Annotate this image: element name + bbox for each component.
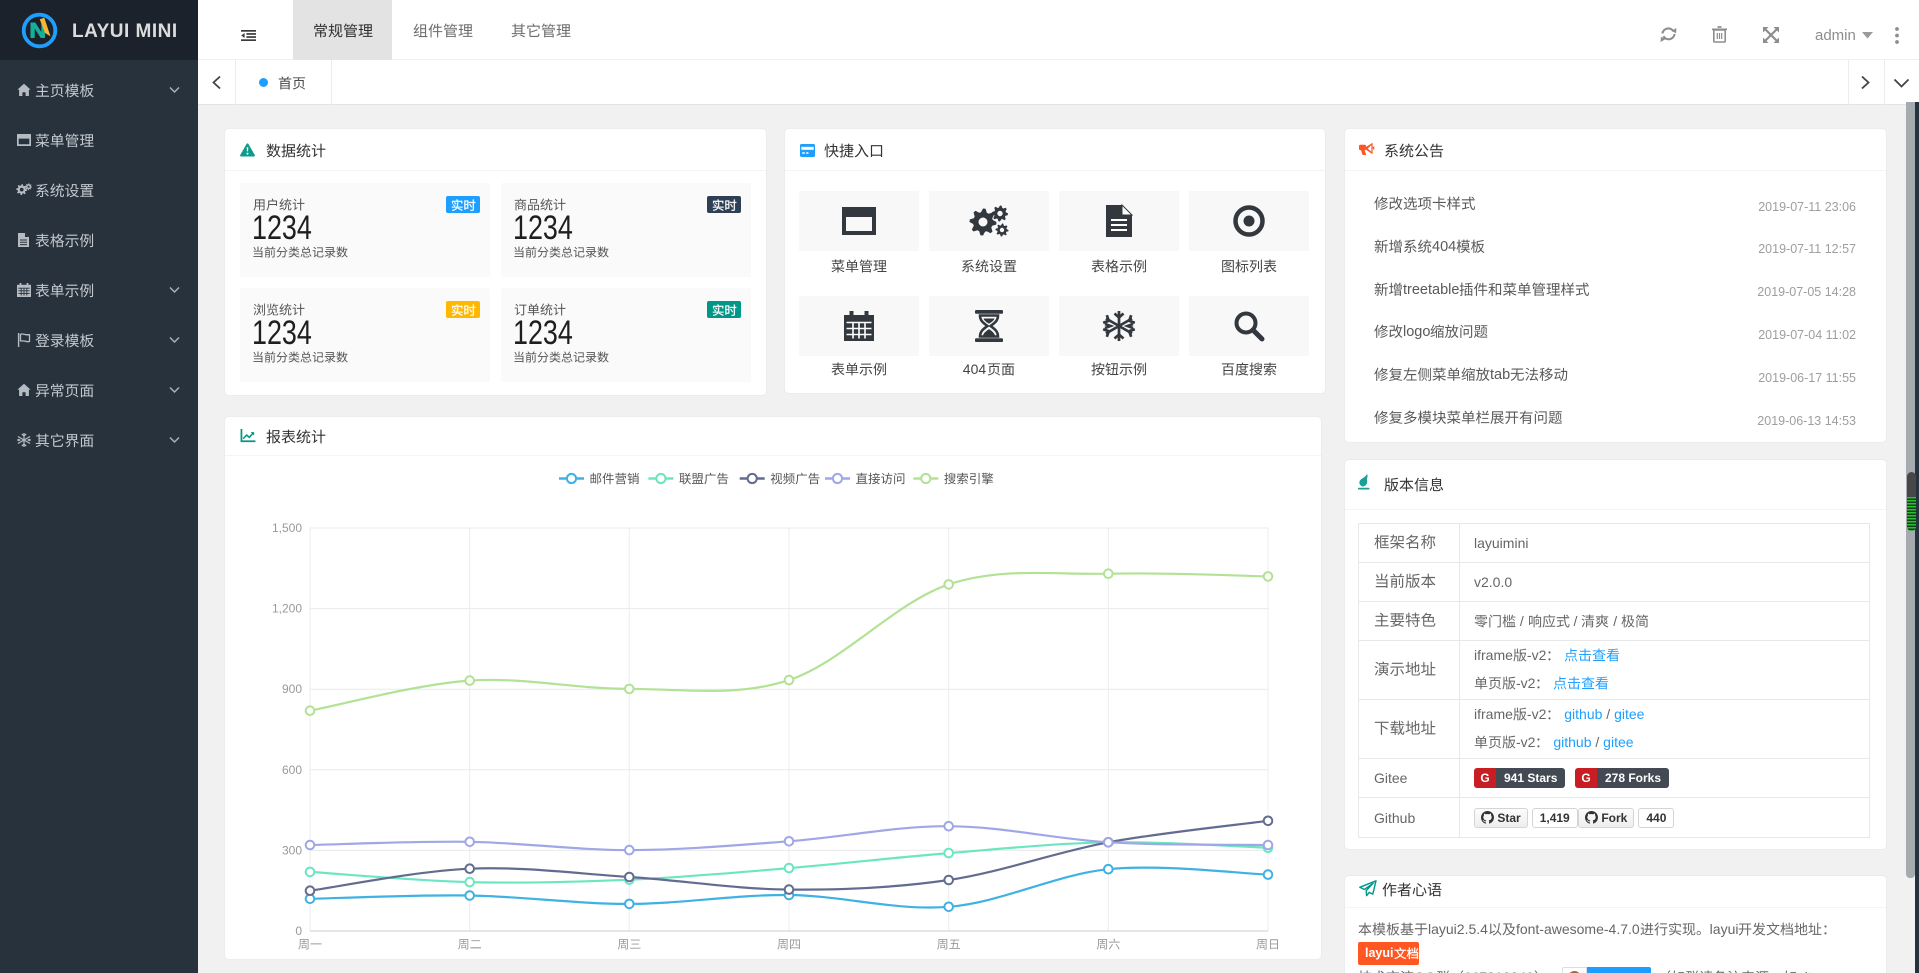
svg-text:600: 600 bbox=[282, 763, 302, 777]
svg-text:900: 900 bbox=[282, 682, 302, 696]
svg-text:300: 300 bbox=[282, 843, 302, 857]
svg-text:1,200: 1,200 bbox=[272, 602, 302, 616]
svg-text:0: 0 bbox=[295, 924, 302, 938]
svg-text:1,500: 1,500 bbox=[272, 521, 302, 535]
